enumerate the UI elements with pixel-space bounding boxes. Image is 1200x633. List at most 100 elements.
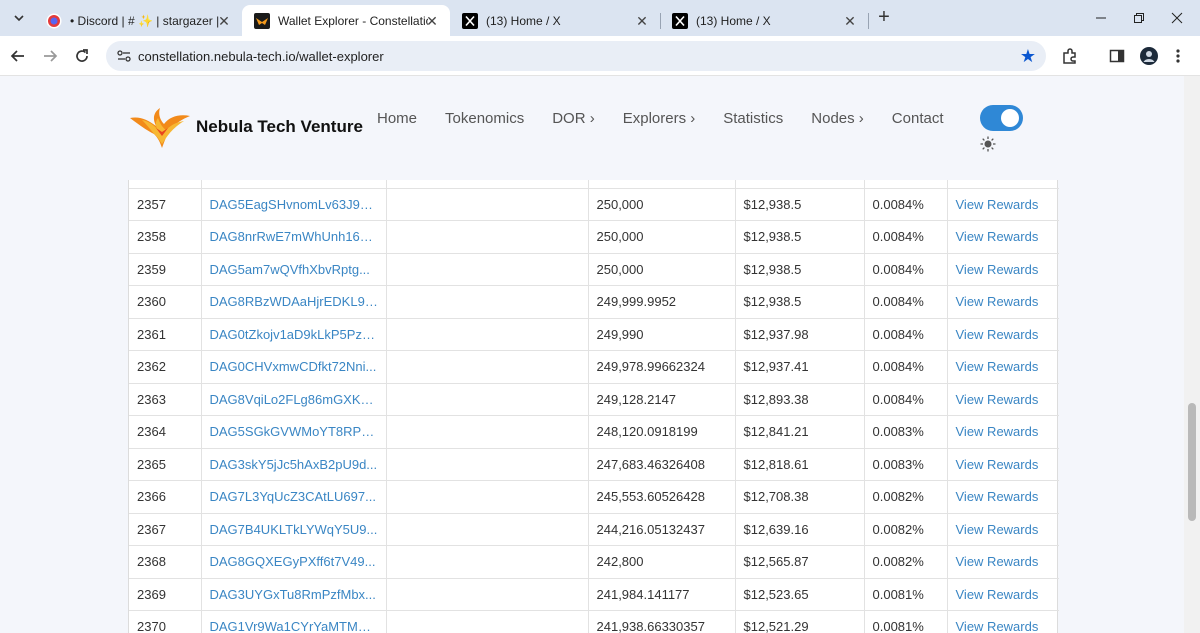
- empty-cell: [386, 610, 589, 633]
- wallet-address-text[interactable]: DAG8RBzWDAaHjrEDKL93...: [210, 294, 379, 309]
- percentage-cell: 0.0083%: [864, 415, 948, 449]
- back-button[interactable]: [6, 44, 30, 68]
- wallet-address-text[interactable]: DAG0tZkojv1aD9kLkP5PzE...: [210, 327, 379, 342]
- nav-dor[interactable]: DOR ›: [552, 110, 595, 127]
- view-rewards-link[interactable]: View Rewards: [947, 318, 1059, 351]
- nav-home[interactable]: Home: [377, 110, 417, 127]
- close-tab-icon[interactable]: ✕: [216, 13, 232, 29]
- close-tab-icon[interactable]: ✕: [842, 13, 858, 29]
- balance-cell: 250,000: [588, 253, 736, 286]
- usd-value-cell: $12,938.5: [735, 285, 865, 319]
- percentage-cell: 0.0081%: [864, 578, 948, 611]
- wallet-address-link[interactable]: DAG0tZkojv1aD9kLkP5PzE...: [201, 318, 387, 351]
- wallet-address-text[interactable]: DAG3UYGxTu8RmPzfMbx...: [210, 587, 379, 602]
- browser-tab-wallet-explorer[interactable]: Wallet Explorer - Constellation N ✕: [242, 5, 450, 36]
- wallet-address-text[interactable]: DAG7L3YqUcZ3CAtLU697...: [210, 489, 379, 504]
- view-rewards-link[interactable]: View Rewards: [947, 188, 1059, 221]
- extensions-button[interactable]: [1060, 46, 1080, 66]
- wallet-address-link[interactable]: DAG5EagSHvnomLv63J9A...: [201, 188, 387, 221]
- wallet-address-text[interactable]: DAG8VqiLo2FLg86mGXKE...: [210, 392, 379, 407]
- arrow-left-icon: [10, 50, 24, 62]
- view-rewards-link[interactable]: View Rewards: [947, 253, 1059, 286]
- sun-icon: [980, 136, 996, 152]
- wallet-address-link[interactable]: DAG1Vr9Wa1CYrYaMTMN9...: [201, 610, 387, 633]
- browser-tab-discord[interactable]: • Discord | # ✨ | stargazer | Con ✕: [34, 5, 242, 36]
- view-rewards-link[interactable]: View Rewards: [947, 285, 1059, 319]
- view-rewards-link[interactable]: View Rewards: [947, 480, 1059, 514]
- view-rewards-link[interactable]: View Rewards: [947, 383, 1059, 416]
- balance-cell: 250,000: [588, 188, 736, 221]
- wallet-address-text[interactable]: DAG5EagSHvnomLv63J9A...: [210, 197, 379, 212]
- wallet-address-link[interactable]: DAG3UYGxTu8RmPzfMbx...: [201, 578, 387, 611]
- wallet-table: 2357 DAG5EagSHvnomLv63J9A... 250,000 $12,93…: [128, 180, 1059, 633]
- wallet-address-text[interactable]: DAG5SGkGVWMoYT8RPw...: [210, 424, 379, 439]
- nav-contact[interactable]: Contact: [892, 110, 944, 127]
- view-rewards-link[interactable]: View Rewards: [947, 220, 1059, 254]
- view-rewards-link[interactable]: View Rewards: [947, 513, 1059, 546]
- wallet-address-link[interactable]: DAG0CHVxmwCDfkt72Nni...: [201, 350, 387, 384]
- wallet-address-link[interactable]: DAG5am7wQVfhXbvRptg...: [201, 253, 387, 286]
- page-scrollbar[interactable]: [1184, 76, 1200, 633]
- phoenix-logo: [130, 108, 190, 148]
- percentage-cell: 0.0082%: [864, 480, 948, 514]
- view-rewards-link[interactable]: View Rewards: [947, 415, 1059, 449]
- close-tab-icon[interactable]: ✕: [634, 13, 650, 29]
- wallet-address-link[interactable]: DAG8nrRwE7mWhUnh161d...: [201, 220, 387, 254]
- view-rewards-link[interactable]: View Rewards: [947, 545, 1059, 579]
- wallet-address-link[interactable]: DAG8RBzWDAaHjrEDKL93...: [201, 285, 387, 319]
- rank-cell: 2365: [129, 448, 202, 481]
- wallet-address-text[interactable]: DAG0CHVxmwCDfkt72Nni...: [210, 359, 379, 374]
- wallet-address-text[interactable]: DAG1Vr9Wa1CYrYaMTMN9...: [210, 619, 379, 633]
- address-bar[interactable]: constellation.nebula-tech.io/wallet-expl…: [106, 41, 1046, 71]
- wallet-address-link[interactable]: DAG3skY5jJc5hAxB2pU9d...: [201, 448, 387, 481]
- nav-nodes[interactable]: Nodes ›: [811, 110, 864, 127]
- tab-search-button[interactable]: [8, 7, 30, 29]
- wallet-address-text[interactable]: DAG8nrRwE7mWhUnh161d...: [210, 229, 379, 244]
- empty-cell: [386, 220, 589, 254]
- wallet-address-text[interactable]: DAG5am7wQVfhXbvRptg...: [210, 262, 379, 277]
- close-icon: [1171, 12, 1183, 24]
- nav-tokenomics[interactable]: Tokenomics: [445, 110, 524, 127]
- wallet-address-text[interactable]: DAG3skY5jJc5hAxB2pU9d...: [210, 457, 379, 472]
- bookmark-star-icon[interactable]: ★: [1020, 46, 1036, 67]
- table-row: 2358 DAG8nrRwE7mWhUnh161d... 250,000 $12,93…: [129, 220, 1059, 254]
- rank-cell: 2366: [129, 480, 202, 514]
- wallet-address-link[interactable]: DAG5SGkGVWMoYT8RPw...: [201, 415, 387, 449]
- brand-name: Nebula Tech Venture: [196, 117, 363, 136]
- puzzle-icon: [1063, 48, 1076, 64]
- wallet-address-link[interactable]: DAG8VqiLo2FLg86mGXKE...: [201, 383, 387, 416]
- table-row: 2370 DAG1Vr9Wa1CYrYaMTMN9... 241,938.66330…: [129, 610, 1059, 633]
- close-tab-icon[interactable]: ✕: [424, 13, 440, 29]
- scrollbar-thumb[interactable]: [1188, 403, 1196, 521]
- wallet-address-link[interactable]: DAG7L3YqUcZ3CAtLU697...: [201, 480, 387, 514]
- forward-button[interactable]: [38, 44, 62, 68]
- nav-explorers[interactable]: Explorers ›: [623, 110, 696, 127]
- site-settings-icon[interactable]: [116, 48, 132, 64]
- wallet-address-text[interactable]: DAG8GQXEGyPXff6t7V49...: [210, 554, 379, 569]
- wallet-address-link[interactable]: DAG8GQXEGyPXff6t7V49...: [201, 545, 387, 579]
- usd-value-cell: $12,841.21: [735, 415, 865, 449]
- view-rewards-link[interactable]: View Rewards: [947, 448, 1059, 481]
- arrow-right-icon: [44, 50, 58, 62]
- empty-cell: [386, 350, 589, 384]
- wallet-address-text[interactable]: DAG7B4UKLTkLYWqY5U9...: [210, 522, 379, 537]
- new-tab-button[interactable]: +: [874, 7, 894, 28]
- reload-icon: [76, 49, 88, 62]
- brand[interactable]: Nebula Tech Venture: [128, 106, 363, 148]
- close-window-button[interactable]: [1154, 0, 1200, 36]
- usd-value-cell: $12,521.29: [735, 610, 865, 633]
- side-panel-button[interactable]: [1107, 46, 1127, 66]
- theme-toggle[interactable]: [980, 105, 1023, 131]
- browser-menu-button[interactable]: [1168, 46, 1188, 66]
- percentage-cell: 0.0084%: [864, 318, 948, 351]
- profile-button[interactable]: [1139, 46, 1159, 66]
- wallet-address-link[interactable]: DAG7B4UKLTkLYWqY5U9...: [201, 513, 387, 546]
- browser-tab-x-home[interactable]: (13) Home / X ✕: [450, 5, 660, 36]
- reload-button[interactable]: [70, 44, 94, 68]
- nav-statistics[interactable]: Statistics: [723, 110, 783, 127]
- view-rewards-link[interactable]: View Rewards: [947, 610, 1059, 633]
- view-rewards-link[interactable]: View Rewards: [947, 578, 1059, 611]
- browser-tab-x-home-2[interactable]: (13) Home / X ✕: [660, 5, 868, 36]
- view-rewards-link[interactable]: View Rewards: [947, 350, 1059, 384]
- rank-cell: 2362: [129, 350, 202, 384]
